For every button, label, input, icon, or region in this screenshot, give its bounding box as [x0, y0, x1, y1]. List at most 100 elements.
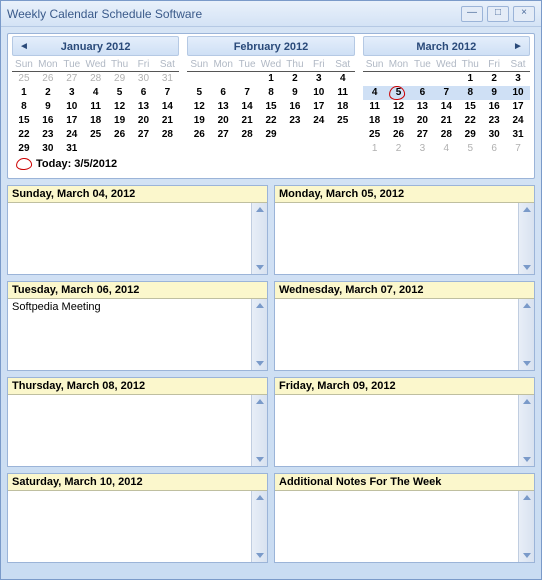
day-cell[interactable]: 13	[132, 100, 156, 114]
day-cell[interactable]: 1	[458, 72, 482, 86]
day-cell[interactable]: 20	[132, 114, 156, 128]
day-cell[interactable]: 20	[211, 114, 235, 128]
day-cell[interactable]: 3	[410, 142, 434, 156]
day-cell[interactable]: 11	[84, 100, 108, 114]
day-cell[interactable]: 28	[235, 128, 259, 142]
day-cell[interactable]: 31	[60, 142, 84, 156]
day-cell[interactable]: 2	[36, 86, 60, 100]
scrollbar[interactable]	[518, 491, 534, 562]
day-cell[interactable]: 7	[434, 86, 458, 100]
day-cell[interactable]: 1	[259, 72, 283, 86]
day-cell[interactable]: 2	[482, 72, 506, 86]
day-cell[interactable]: 30	[36, 142, 60, 156]
day-cell[interactable]: 26	[187, 128, 211, 142]
day-cell[interactable]: 24	[307, 114, 331, 128]
day-cell[interactable]: 19	[387, 114, 411, 128]
day-cell[interactable]: 8	[458, 86, 482, 100]
day-cell[interactable]: 27	[211, 128, 235, 142]
day-cell[interactable]: 15	[12, 114, 36, 128]
day-cell[interactable]: 29	[108, 72, 132, 86]
day-cell[interactable]: 27	[410, 128, 434, 142]
day-cell[interactable]: 15	[458, 100, 482, 114]
day-cell[interactable]: 17	[506, 100, 530, 114]
day-cell[interactable]: 30	[132, 72, 156, 86]
day-cell[interactable]: 16	[482, 100, 506, 114]
close-button[interactable]: ×	[513, 6, 535, 22]
day-cell[interactable]: 5	[387, 86, 411, 100]
scrollbar[interactable]	[518, 299, 534, 370]
day-cell[interactable]: 26	[108, 128, 132, 142]
day-cell[interactable]: 4	[434, 142, 458, 156]
day-textarea[interactable]	[275, 299, 518, 370]
day-cell[interactable]: 3	[60, 86, 84, 100]
day-cell[interactable]: 23	[482, 114, 506, 128]
day-cell[interactable]: 18	[363, 114, 387, 128]
day-cell[interactable]: 6	[410, 86, 434, 100]
day-cell[interactable]: 24	[506, 114, 530, 128]
day-cell[interactable]: 7	[155, 86, 179, 100]
scrollbar[interactable]	[518, 395, 534, 466]
day-cell[interactable]: 15	[259, 100, 283, 114]
day-cell[interactable]: 26	[36, 72, 60, 86]
day-cell[interactable]: 30	[482, 128, 506, 142]
day-textarea[interactable]	[275, 203, 518, 274]
day-textarea[interactable]	[8, 491, 251, 562]
day-cell[interactable]: 10	[60, 100, 84, 114]
day-cell[interactable]: 4	[84, 86, 108, 100]
day-cell[interactable]: 20	[410, 114, 434, 128]
day-textarea[interactable]	[8, 299, 251, 370]
day-cell[interactable]: 23	[283, 114, 307, 128]
day-cell[interactable]: 12	[108, 100, 132, 114]
scrollbar[interactable]	[251, 299, 267, 370]
day-cell[interactable]: 29	[12, 142, 36, 156]
today-line[interactable]: Today: 3/5/2012	[12, 156, 179, 174]
day-textarea[interactable]	[275, 395, 518, 466]
day-cell[interactable]: 26	[387, 128, 411, 142]
day-cell[interactable]: 27	[60, 72, 84, 86]
day-cell[interactable]: 9	[482, 86, 506, 100]
day-cell[interactable]: 8	[12, 100, 36, 114]
day-cell[interactable]: 13	[410, 100, 434, 114]
day-cell[interactable]: 31	[155, 72, 179, 86]
day-cell[interactable]: 22	[12, 128, 36, 142]
day-cell[interactable]: 14	[155, 100, 179, 114]
day-cell[interactable]: 12	[387, 100, 411, 114]
day-cell[interactable]: 2	[387, 142, 411, 156]
day-cell[interactable]: 25	[84, 128, 108, 142]
day-cell[interactable]: 29	[259, 128, 283, 142]
day-cell[interactable]: 10	[307, 86, 331, 100]
maximize-button[interactable]: □	[487, 6, 509, 22]
day-cell[interactable]: 5	[458, 142, 482, 156]
day-cell[interactable]: 21	[155, 114, 179, 128]
day-cell[interactable]: 28	[155, 128, 179, 142]
day-cell[interactable]: 21	[434, 114, 458, 128]
day-cell[interactable]: 18	[84, 114, 108, 128]
day-cell[interactable]: 16	[36, 114, 60, 128]
day-cell[interactable]: 5	[187, 86, 211, 100]
day-cell[interactable]: 5	[108, 86, 132, 100]
scrollbar[interactable]	[518, 203, 534, 274]
day-cell[interactable]: 8	[259, 86, 283, 100]
day-textarea[interactable]	[8, 203, 251, 274]
day-cell[interactable]: 31	[506, 128, 530, 142]
day-cell[interactable]: 17	[307, 100, 331, 114]
day-cell[interactable]: 22	[259, 114, 283, 128]
day-cell[interactable]: 6	[211, 86, 235, 100]
prev-month-button[interactable]: ◄	[15, 37, 33, 57]
day-cell[interactable]: 1	[12, 86, 36, 100]
day-cell[interactable]: 17	[60, 114, 84, 128]
day-cell[interactable]: 2	[283, 72, 307, 86]
day-cell[interactable]: 25	[331, 114, 355, 128]
day-cell[interactable]: 21	[235, 114, 259, 128]
scrollbar[interactable]	[251, 203, 267, 274]
day-cell[interactable]: 4	[331, 72, 355, 86]
day-cell[interactable]: 23	[36, 128, 60, 142]
day-cell[interactable]: 12	[187, 100, 211, 114]
day-cell[interactable]: 11	[331, 86, 355, 100]
day-cell[interactable]: 14	[235, 100, 259, 114]
minimize-button[interactable]: —	[461, 6, 483, 22]
day-cell[interactable]: 28	[84, 72, 108, 86]
scrollbar[interactable]	[251, 395, 267, 466]
day-cell[interactable]: 29	[458, 128, 482, 142]
day-cell[interactable]: 1	[363, 142, 387, 156]
